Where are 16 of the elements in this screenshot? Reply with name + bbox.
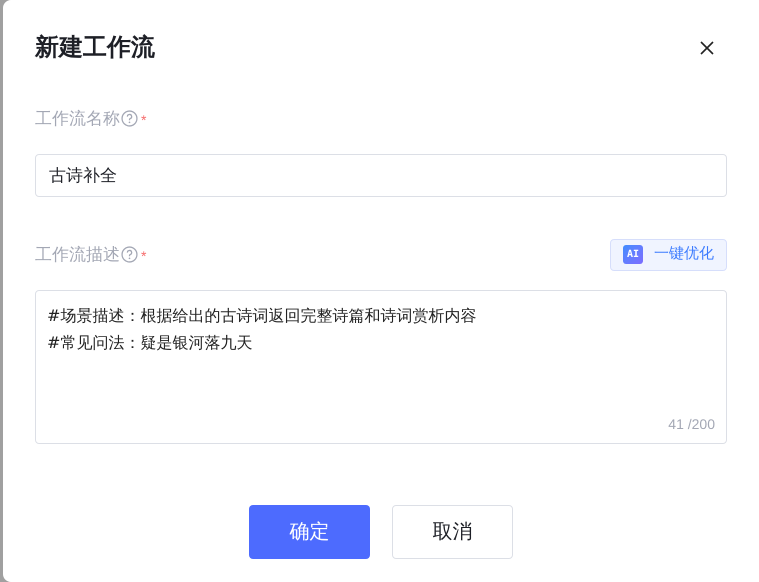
cancel-button[interactable]: 取消 [392,504,513,558]
dialog-title: 新建工作流 [35,33,155,63]
input-field[interactable]: 古诗补全 [35,154,727,196]
field-label: 工作流名称 [35,108,120,130]
required-mark: * [141,247,146,266]
field-label: 工作流描述 [35,244,120,266]
text-area-value: #场景描述：根据给出的古诗词返回完整诗篇和诗词赏析内容 #常见问法：疑是银河落九天 [47,304,478,354]
ai-badge: AI [622,245,643,264]
close-icon[interactable] [700,41,714,55]
help-icon[interactable] [121,246,138,263]
char-counter: 41 /200 [668,414,715,434]
text-area[interactable]: #场景描述：根据给出的古诗词返回完整诗篇和诗词赏析内容 #常见问法：疑是银河落九天 41 /200 [35,290,727,444]
required-mark: * [141,111,146,130]
help-icon[interactable] [121,110,138,128]
optimize-button[interactable]: AI 一键优化 [610,238,727,270]
confirm-button[interactable]: 确定 [249,504,370,558]
